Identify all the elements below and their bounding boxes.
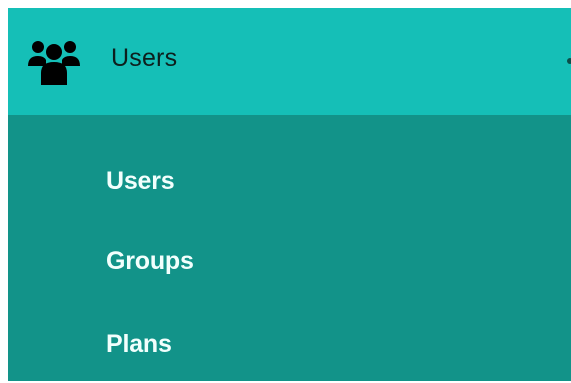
- submenu-item-users[interactable]: Users: [106, 167, 175, 196]
- users-icon: [27, 33, 81, 85]
- menu-header-users[interactable]: Users: [8, 8, 571, 115]
- menu-header-label: Users: [111, 44, 178, 72]
- submenu-item-groups[interactable]: Groups: [106, 247, 194, 276]
- sidebar-menu: Users Users Groups Plans: [8, 8, 571, 381]
- collapse-indicator-icon[interactable]: [567, 58, 571, 64]
- submenu: Users Groups Plans: [8, 115, 571, 381]
- submenu-item-plans[interactable]: Plans: [106, 330, 172, 359]
